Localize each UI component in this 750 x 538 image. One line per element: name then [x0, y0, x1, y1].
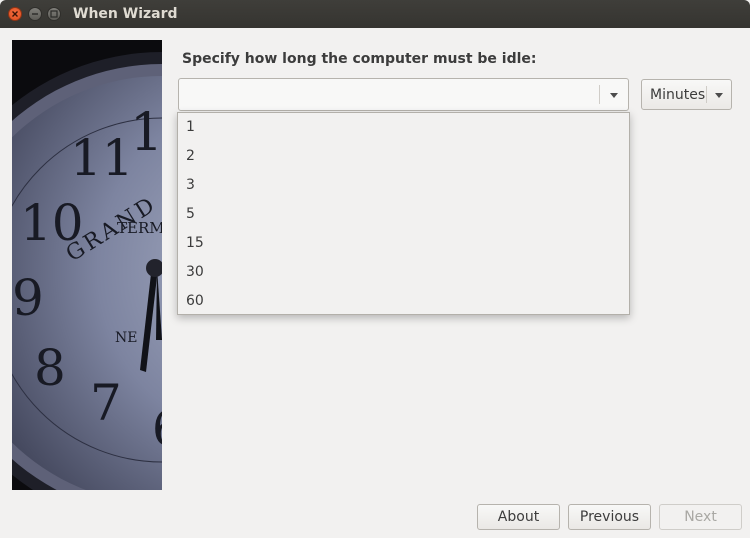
dropdown-option[interactable]: 2 — [178, 142, 629, 171]
svg-text:9: 9 — [12, 269, 44, 327]
svg-text:11: 11 — [70, 129, 134, 187]
previous-button[interactable]: Previous — [568, 504, 651, 530]
svg-text:12: 12 — [130, 103, 162, 163]
dropdown-option[interactable]: 30 — [178, 258, 629, 287]
minimize-icon — [32, 13, 38, 15]
chevron-down-icon[interactable] — [610, 93, 618, 98]
next-button[interactable]: Next — [659, 504, 742, 530]
svg-text:TERMI: TERMI — [117, 219, 162, 237]
window-close-button[interactable] — [8, 7, 22, 21]
dropdown-option[interactable]: 15 — [178, 229, 629, 258]
close-icon — [12, 11, 18, 17]
window-minimize-button[interactable] — [28, 7, 42, 21]
idle-value-dropdown[interactable]: 1 2 3 5 15 30 60 — [177, 112, 630, 315]
svg-text:7: 7 — [90, 374, 122, 432]
window-titlebar[interactable]: When Wizard — [0, 0, 750, 28]
svg-text:6: 6 — [152, 401, 162, 457]
about-button[interactable]: About — [477, 504, 560, 530]
svg-text:8: 8 — [34, 339, 66, 397]
combo-separator — [599, 85, 600, 104]
wizard-side-image: 12 11 10 9 8 7 6 GRAND C TERMI NE — [12, 40, 162, 490]
window-maximize-button[interactable] — [47, 7, 61, 21]
dropdown-option[interactable]: 5 — [178, 200, 629, 229]
idle-value-combo[interactable] — [178, 78, 629, 111]
dropdown-option[interactable]: 1 — [178, 113, 629, 142]
window-title: When Wizard — [73, 6, 178, 22]
select-separator — [706, 86, 707, 103]
svg-text:NE: NE — [115, 330, 137, 346]
maximize-icon — [50, 10, 58, 18]
time-unit-label: Minutes — [650, 87, 706, 103]
page-heading: Specify how long the computer must be id… — [182, 51, 537, 67]
chevron-down-icon — [715, 93, 723, 98]
time-unit-select[interactable]: Minutes — [641, 79, 732, 110]
dropdown-option[interactable]: 3 — [178, 171, 629, 200]
dropdown-option[interactable]: 60 — [178, 287, 629, 316]
